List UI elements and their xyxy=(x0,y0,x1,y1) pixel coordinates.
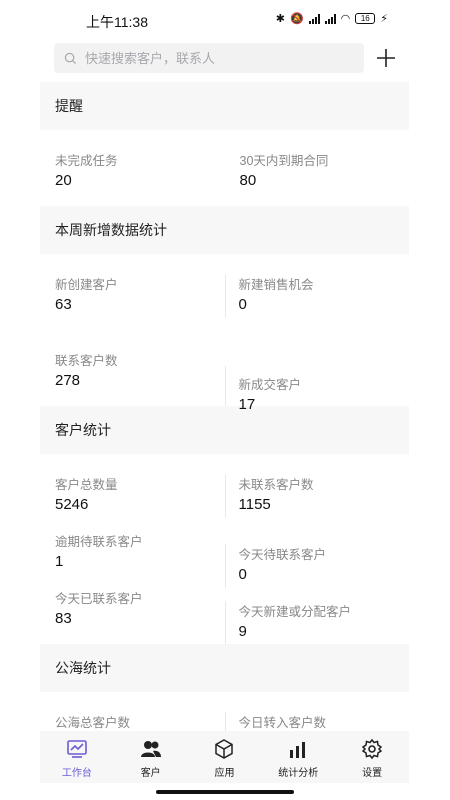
stat-label: 新成交客户 xyxy=(238,378,302,392)
stat-public-total[interactable]: 公海总客户数 xyxy=(40,712,225,732)
stat-value: 83 xyxy=(55,610,72,627)
stat-value: 20 xyxy=(55,172,72,189)
tab-label: 设置 xyxy=(362,768,383,779)
signal-icon xyxy=(324,13,336,24)
cube-icon xyxy=(215,739,234,759)
stat-label: 客户总数量 xyxy=(55,478,118,492)
stat-today-contacted[interactable]: 今天已联系客户 83 xyxy=(40,588,225,645)
stat-label: 30天内到期合同 xyxy=(239,154,329,168)
stat-today-pending[interactable]: 今天待联系客户 0 xyxy=(224,544,410,588)
stat-overdue-contact[interactable]: 逾期待联系客户 1 xyxy=(40,531,225,588)
stat-unfinished-tasks[interactable]: 未完成任务 20 xyxy=(40,150,225,206)
status-time: 上午11:38 xyxy=(86,14,148,30)
bluetooth-icon: ✱ xyxy=(275,13,285,25)
weekly-grid: 新创建客户 63 新建销售机会 0 联系客户数 278 新成交客户 17 xyxy=(40,254,410,413)
signal-icon xyxy=(308,13,320,24)
tab-label: 应用 xyxy=(214,768,235,779)
tab-label: 客户 xyxy=(140,768,161,779)
stat-contacted-customers[interactable]: 联系客户数 278 xyxy=(40,342,225,406)
stat-label: 今日转入客户数 xyxy=(238,716,327,730)
stat-new-customers[interactable]: 新创建客户 63 xyxy=(40,274,225,342)
stat-label: 未完成任务 xyxy=(55,154,118,168)
stat-total-customers[interactable]: 客户总数量 5246 xyxy=(40,474,225,531)
stat-label: 今天已联系客户 xyxy=(55,592,143,606)
search-icon xyxy=(64,52,77,64)
stat-value: 80 xyxy=(239,172,257,189)
customer-grid: 客户总数量 5246 未联系客户数 1155 逾期待联系客户 1 今天待联系客户… xyxy=(40,454,410,645)
stat-uncontacted[interactable]: 未联系客户数 1155 xyxy=(224,474,410,518)
dashboard-icon xyxy=(67,740,87,758)
stat-label: 新建销售机会 xyxy=(238,278,314,292)
stat-public-today-transfer[interactable]: 今日转入客户数 xyxy=(224,712,410,732)
stat-label: 新创建客户 xyxy=(55,278,118,292)
stat-label: 公海总客户数 xyxy=(55,716,131,730)
stat-value: 278 xyxy=(55,372,81,389)
add-icon[interactable] xyxy=(374,46,398,70)
search-input[interactable] xyxy=(85,50,345,66)
users-icon xyxy=(140,741,161,757)
stat-value: 63 xyxy=(55,296,72,313)
stat-new-deals[interactable]: 新成交客户 17 xyxy=(224,366,410,413)
reminder-grid: 未完成任务 20 30天内到期合同 80 xyxy=(40,130,409,206)
battery-level: 16 xyxy=(360,13,370,23)
mute-icon: 🔕 xyxy=(289,13,304,25)
stat-label: 今天待联系客户 xyxy=(238,548,327,562)
public-pool-grid: 公海总客户数 今日转入客户数 xyxy=(40,692,409,732)
tab-apps[interactable]: 应用 xyxy=(189,738,259,779)
tab-analytics[interactable]: 统计分析 xyxy=(263,738,333,779)
stat-value: 1 xyxy=(55,553,64,570)
tab-customers[interactable]: 客户 xyxy=(116,738,186,779)
gear-icon xyxy=(361,738,383,760)
stat-value: 5246 xyxy=(55,496,89,513)
chart-icon xyxy=(290,742,306,758)
section-header-weekly: 本周新增数据统计 xyxy=(40,206,409,254)
status-bar: 上午11:38 ✱ 🔕 ◠ 16 ⚡ xyxy=(0,0,450,40)
stat-label: 未联系客户数 xyxy=(238,478,314,492)
tab-label: 工作台 xyxy=(61,768,92,779)
stat-value: 0 xyxy=(238,296,247,313)
bottom-tab-bar: 工作台 客户 应用 统计分析 设置 xyxy=(40,731,409,783)
charging-icon: ⚡ xyxy=(380,13,388,25)
tab-workbench[interactable]: 工作台 xyxy=(42,738,112,779)
stat-today-new-assigned[interactable]: 今天新建或分配客户 9 xyxy=(224,601,410,645)
stat-value: 17 xyxy=(238,396,256,413)
tab-settings[interactable]: 设置 xyxy=(337,738,407,779)
tab-label: 统计分析 xyxy=(278,768,319,779)
stat-label: 今天新建或分配客户 xyxy=(238,605,352,619)
dashboard-content: 提醒 未完成任务 20 30天内到期合同 80 本周新增数据统计 新创建客户 6… xyxy=(40,82,409,732)
stat-label: 逾期待联系客户 xyxy=(55,535,143,549)
stat-value: 9 xyxy=(238,623,247,640)
home-indicator[interactable] xyxy=(156,790,294,794)
stat-value: 1155 xyxy=(238,496,271,513)
stat-expiring-contracts[interactable]: 30天内到期合同 80 xyxy=(225,150,410,206)
section-header-reminder: 提醒 xyxy=(40,82,409,130)
section-header-customers: 客户统计 xyxy=(40,406,409,454)
stat-label: 联系客户数 xyxy=(55,354,118,368)
search-bar[interactable] xyxy=(54,43,364,73)
battery-icon: 16 xyxy=(355,13,376,24)
section-header-public-pool: 公海统计 xyxy=(40,644,409,692)
wifi-icon: ◠ xyxy=(340,13,351,25)
stat-new-opportunities[interactable]: 新建销售机会 0 xyxy=(224,274,410,318)
status-icons: ✱ 🔕 ◠ 16 ⚡ xyxy=(276,12,388,25)
stat-value: 0 xyxy=(238,566,247,583)
